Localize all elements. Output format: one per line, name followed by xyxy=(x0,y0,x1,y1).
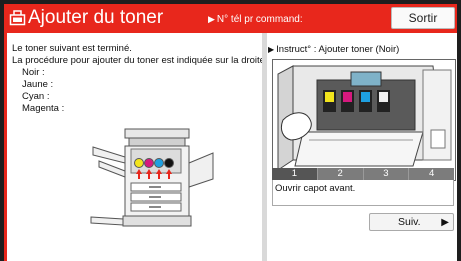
instruction-arrow-icon: ▶ xyxy=(268,45,275,54)
page-title: Ajouter du toner xyxy=(28,7,164,28)
step-2: 2 xyxy=(316,168,363,180)
instruction-title: ▶ Instruct° : Ajouter toner (Noir) xyxy=(268,44,399,55)
toner-magenta-label: Magenta : xyxy=(22,103,65,114)
printer-illustration xyxy=(90,128,214,227)
header-bar: Ajouter du toner ▶ N° tél pr command: Sor… xyxy=(4,4,457,33)
cyan-toner xyxy=(154,158,164,168)
toner-icon xyxy=(9,10,26,26)
exit-button[interactable]: Sortir xyxy=(391,7,455,29)
step-3: 3 xyxy=(362,168,409,180)
screen: Ajouter du toner ▶ N° tél pr command: Sor… xyxy=(4,4,457,261)
step-indicator: 1 2 3 4 xyxy=(272,168,454,180)
notice-arrow-icon: ▶ xyxy=(208,14,215,24)
order-phone-notice: ▶ N° tél pr command: xyxy=(208,13,303,26)
toner-black-label: Noir : xyxy=(22,67,45,78)
status-pane: Le toner suivant est terminé. La procédu… xyxy=(4,33,268,261)
instruction-title-text: Instruct° : Ajouter toner (Noir) xyxy=(276,44,400,55)
toner-yellow-label: Jaune : xyxy=(22,79,54,90)
open-front-cover-illustration xyxy=(273,60,455,180)
magenta-toner xyxy=(144,158,154,168)
procedure-text: La procédure pour ajouter du toner est i… xyxy=(12,55,268,66)
next-button[interactable]: Suiv. ▶ xyxy=(369,213,454,231)
toner-cyan-label: Cyan : xyxy=(22,91,50,102)
step-4: 4 xyxy=(408,168,454,180)
step-description: Ouvrir capot avant. xyxy=(272,180,454,206)
status-message: Le toner suivant est terminé. La procédu… xyxy=(12,43,268,115)
notice-text: N° tél pr command: xyxy=(216,14,303,25)
black-toner xyxy=(164,158,174,168)
instruction-illustration xyxy=(272,59,456,181)
instruction-pane: ▶ Instruct° : Ajouter toner (Noir) 1 2 3… xyxy=(267,33,457,261)
next-button-label: Suiv. xyxy=(398,216,421,228)
next-arrow-icon: ▶ xyxy=(441,217,449,228)
step-1: 1 xyxy=(272,168,317,180)
toner-empty-text: Le toner suivant est terminé. xyxy=(12,43,132,54)
yellow-toner xyxy=(134,158,144,168)
